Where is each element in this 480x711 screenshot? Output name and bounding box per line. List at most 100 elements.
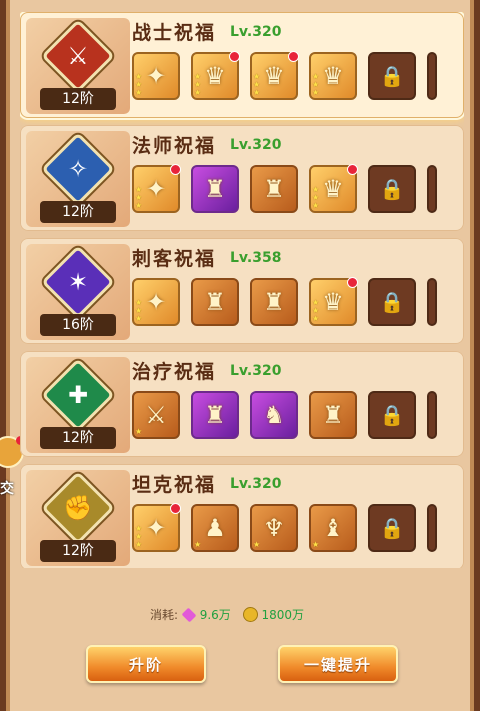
locked-slot[interactable]: 🔒 [368,165,416,213]
emblem-frame[interactable]: ⚔ 12阶 [26,18,130,114]
emblem-frame[interactable]: ✚ 12阶 [26,357,130,453]
blessing-title: 坦克祝福 [132,474,217,496]
blessing-card[interactable]: ✶ 16阶 刺客祝福 Lv.358 ✦ ★ ★ ★ ♜ ♜ ♛ ★ ★ ★ 🔒 [20,238,464,344]
equipment-slot[interactable]: ✦ ★ ★ ★ [132,503,181,552]
emblem-glyph: ✚ [67,381,89,409]
star-rating: ★ [194,540,202,549]
tier-badge: 12阶 [40,427,116,449]
star-rating: ★ ★ ★ [312,298,320,323]
notification-dot [288,51,299,62]
equipment-slot[interactable]: ♛ ★ ★ ★ [191,51,240,100]
lock-icon: 🔒 [379,516,405,540]
equipment-slots: ✦ ★ ★ ★ ♟ ★ ♆ ★ ♝ ★ 🔒 [132,503,464,556]
upgrade-all-button[interactable]: 一键提升 [278,645,398,683]
equipment-slot[interactable]: ✦ ★ ★ ★ [132,164,181,213]
emblem-frame[interactable]: ✧ 12阶 [26,131,130,227]
cost-label: 消耗: [150,608,179,622]
notification-dot [347,277,358,288]
locked-slot[interactable] [427,165,437,213]
locked-slot[interactable] [427,278,437,326]
armor-icon: ♜ [204,175,226,203]
locked-slot[interactable] [427,391,437,439]
blessing-title: 刺客祝福 [132,248,217,270]
equipment-slots: ✦ ★ ★ ★ ♜ ♜ ♛ ★ ★ ★ 🔒 [132,277,464,330]
star-rating: ★ ★ ★ [253,72,261,97]
armor-icon: ♜ [322,401,344,429]
equipment-slot[interactable]: ♜ [250,278,298,326]
lock-icon: 🔒 [379,177,405,201]
emblem-frame[interactable]: ✊ 12阶 [26,470,130,566]
equipment-slot[interactable]: ✦ ★ ★ ★ [132,52,180,100]
armor-icon: ♜ [204,401,226,429]
star-rating: ★ ★ ★ [135,72,143,97]
cross-emblem-icon: ✚ [41,358,115,432]
blessing-card[interactable]: ✧ 12阶 法师祝福 Lv.320 ✦ ★ ★ ★ ♜ ♜ ♛ ★ ★ ★ 🔒 [20,125,464,231]
locked-slot[interactable]: 🔒 [368,504,416,552]
blessing-title: 治疗祝福 [132,361,217,383]
star-rating: ★ ★ ★ [194,72,202,97]
equipment-slot[interactable]: ♜ [191,278,239,326]
equipment-slot[interactable]: ♛ ★ ★ ★ [309,277,358,326]
armor-icon: ♜ [204,288,226,316]
equipment-slots: ✦ ★ ★ ★ ♜ ♜ ♛ ★ ★ ★ 🔒 [132,164,464,217]
equipment-slot[interactable]: ♆ ★ [250,504,298,552]
locked-slot[interactable]: 🔒 [368,391,416,439]
star-rating: ★ ★ ★ [135,185,143,210]
star-rating: ★ [312,540,320,549]
lock-icon: 🔒 [379,403,405,427]
equipment-slots: ✦ ★ ★ ★ ♛ ★ ★ ★ ♛ ★ ★ ★ ♛ ★ ★ ★ 🔒 [132,51,464,104]
blessing-level: Lv.358 [230,250,282,266]
locked-slot[interactable] [427,504,437,552]
blessing-card[interactable]: ✊ 12阶 坦克祝福 Lv.320 ✦ ★ ★ ★ ♟ ★ ♆ ★ ♝ ★ 🔒 [20,464,464,568]
equipment-slot[interactable]: ⚔ ★ [132,391,180,439]
blessing-list[interactable]: ⚔ 12阶 战士祝福 Lv.320 ✦ ★ ★ ★ ♛ ★ ★ ★ ♛ ★ ★ ★ ♛ ★ ★ ★ 🔒 ✧ 12阶 法师祝福 L… [20,12,464,568]
star-rating: ★ ★ ★ [135,298,143,323]
equipment-slot[interactable]: ♟ ★ [191,504,239,552]
notification-dot [229,51,240,62]
equipment-slot[interactable]: ♛ ★ ★ ★ [309,164,358,213]
star-rating: ★ ★ ★ [135,524,143,549]
tier-badge: 16阶 [40,314,116,336]
equipment-slot[interactable]: ♞ [250,391,298,439]
equipment-slot[interactable]: ♜ [191,165,239,213]
emblem-frame[interactable]: ✶ 16阶 [26,244,130,340]
blessing-level: Lv.320 [230,363,282,379]
star-rating: ★ ★ ★ [312,185,320,210]
equipment-slot[interactable]: ♜ [250,165,298,213]
equipment-slot[interactable]: ♛ ★ ★ ★ [309,52,357,100]
star-rating: ★ [135,427,143,436]
tier-badge: 12阶 [40,88,116,110]
equipment-slot[interactable]: ♜ [309,391,357,439]
coin-cost: 1800万 [261,608,304,622]
blessing-level: Lv.320 [230,137,282,153]
blessing-title: 法师祝福 [132,135,217,157]
blessing-title: 战士祝福 [132,22,217,44]
blessing-card[interactable]: ✚ 12阶 治疗祝福 Lv.320 ⚔ ★ ♜ ♞ ♜ 🔒 [20,351,464,457]
emblem-glyph: ✧ [67,155,89,183]
helmet-icon: ♞ [263,401,285,429]
tier-badge: 12阶 [40,201,116,223]
gem-cost: 9.6万 [199,608,231,622]
locked-slot[interactable]: 🔒 [368,278,416,326]
notification-dot [170,164,181,175]
shuriken-emblem-icon: ✶ [41,245,115,319]
locked-slot[interactable]: 🔒 [368,52,416,100]
equipment-slot[interactable]: ♜ [191,391,239,439]
tier-badge: 12阶 [40,540,116,562]
equipment-slot[interactable]: ♝ ★ [309,504,357,552]
coin-icon [242,607,258,622]
lock-icon: 🔒 [379,290,405,314]
equipment-slot[interactable]: ♛ ★ ★ ★ [250,51,299,100]
upgrade-button[interactable]: 升阶 [86,645,206,683]
lock-icon: 🔒 [379,64,405,88]
armor-icon: ♜ [263,288,285,316]
blessing-level: Lv.320 [230,476,282,492]
emblem-glyph: ✶ [67,268,89,296]
equipment-slots: ⚔ ★ ♜ ♞ ♜ 🔒 [132,391,464,443]
side-label[interactable]: 交 [0,478,14,498]
star-rating: ★ ★ ★ [312,72,320,97]
equipment-slot[interactable]: ✦ ★ ★ ★ [132,278,180,326]
locked-slot[interactable] [427,52,437,100]
blessing-card[interactable]: ⚔ 12阶 战士祝福 Lv.320 ✦ ★ ★ ★ ♛ ★ ★ ★ ♛ ★ ★ ★ ♛ ★ ★ ★ 🔒 [20,12,464,118]
emblem-glyph: ⚔ [67,42,89,70]
